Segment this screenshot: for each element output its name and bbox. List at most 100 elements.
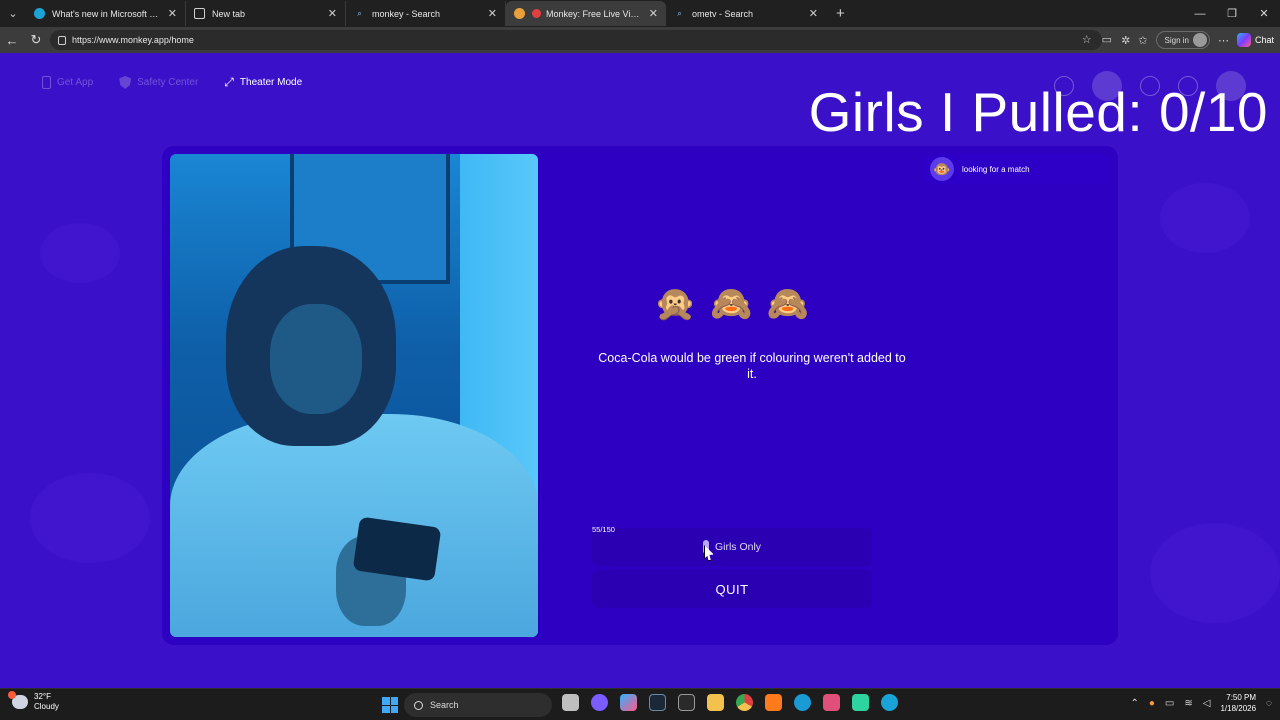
camera-icon[interactable]: ▭	[1102, 33, 1112, 46]
skype-icon[interactable]	[794, 694, 811, 711]
self-video	[170, 154, 538, 637]
toolbar-right: ✲ ✩ Sign in ⋯ Chat	[1121, 30, 1274, 50]
chat-card: 🙊 🙈 🙈 Coca-Cola would be green if colour…	[162, 146, 1118, 645]
get-app-label: Get App	[57, 77, 94, 88]
sign-in-label: Sign in	[1164, 35, 1189, 45]
extensions-icon[interactable]: ✲	[1121, 34, 1130, 47]
edge-icon	[34, 8, 45, 19]
close-icon[interactable]: ✕	[488, 7, 497, 20]
minimize-icon[interactable]: —	[1184, 0, 1216, 27]
address-bar: ← ↻ https://www.monkey.app/home ☆ ▭ ✲ ✩ …	[0, 27, 1280, 53]
shield-icon	[119, 76, 132, 89]
tab-monkey-search[interactable]: ⌕ monkey - Search ✕	[346, 1, 506, 26]
match-status-text: looking for a match	[962, 164, 1030, 174]
match-panel: 🙊 🙈 🙈 Coca-Cola would be green if colour…	[592, 146, 912, 645]
expand-icon: ⤢	[224, 75, 234, 89]
tab-label: monkey - Search	[372, 8, 441, 19]
app-icon[interactable]	[852, 694, 869, 711]
metamask-icon[interactable]	[765, 694, 782, 711]
safety-center-link[interactable]: Safety Center	[119, 76, 198, 89]
fun-fact-text: Coca-Cola would be green if colouring we…	[598, 351, 906, 381]
tab-ometv-search[interactable]: ⌕ ometv - Search ✕	[666, 1, 826, 26]
newtab-icon	[194, 8, 205, 19]
monkey-emojis: 🙊 🙈 🙈	[654, 284, 809, 324]
display-icon[interactable]: ▭	[1165, 698, 1174, 709]
volume-icon[interactable]: ◁	[1203, 698, 1211, 709]
monkey-icon	[514, 8, 525, 19]
close-window-icon[interactable]: ✕	[1248, 0, 1280, 27]
get-app-link[interactable]: Get App	[42, 76, 93, 89]
more-icon[interactable]: ⋯	[1218, 34, 1229, 47]
search-icon	[414, 700, 423, 710]
url-actions: ☆ ▭	[1082, 33, 1112, 46]
clock[interactable]: 7:50 PM 1/18/2026	[1220, 692, 1256, 714]
copilot-icon[interactable]	[620, 694, 637, 711]
file-explorer-icon[interactable]	[707, 694, 724, 711]
taskbar-apps	[562, 694, 898, 711]
tab-new-tab[interactable]: New tab ✕	[186, 1, 346, 26]
chrome-icon[interactable]	[736, 694, 753, 711]
recording-icon	[532, 9, 541, 18]
cloud-icon	[8, 691, 28, 709]
microphone-icon[interactable]: ●	[1149, 698, 1155, 709]
girls-only-label: Girls Only	[714, 541, 762, 553]
theater-mode-button[interactable]: ⤢ Theater Mode	[224, 75, 302, 90]
windows-start-icon[interactable]	[382, 697, 398, 713]
close-icon[interactable]: ✕	[168, 7, 177, 20]
maximize-icon[interactable]: ❐	[1216, 0, 1248, 27]
clock-date: 1/18/2026	[1220, 704, 1257, 713]
monkey-avatar-icon: 🐵	[930, 157, 954, 181]
phone-icon	[42, 76, 51, 89]
discord-icon[interactable]	[591, 694, 608, 711]
safety-center-label: Safety Center	[137, 77, 199, 88]
window-controls: — ❐ ✕	[1184, 0, 1280, 27]
url-text: https://www.monkey.app/home	[72, 35, 194, 45]
search-icon: ⌕	[677, 8, 682, 18]
taskbar: 32°F Cloudy Search ⌃ ● ▭ ≋ ◁ 7:50 PM 1/1…	[0, 688, 1280, 720]
speak-no-evil-monkey-icon: 🙊	[654, 285, 697, 323]
close-icon[interactable]: ✕	[328, 7, 337, 20]
url-field[interactable]: https://www.monkey.app/home	[50, 30, 1102, 50]
weather-desc: Cloudy	[34, 702, 59, 711]
see-no-evil-monkey-icon: 🙈	[766, 285, 810, 323]
close-icon[interactable]: ✕	[809, 7, 818, 20]
close-icon[interactable]: ✕	[649, 7, 658, 20]
tab-label: Monkey: Free Live Video Chat	[546, 8, 643, 19]
copilot-icon	[1236, 33, 1251, 47]
favorites-icon[interactable]: ✩	[1138, 34, 1147, 47]
tab-actions-icon[interactable]: ⌄	[0, 0, 26, 27]
wifi-icon[interactable]: ≋	[1184, 698, 1192, 709]
new-tab-button[interactable]: +	[836, 5, 845, 22]
copilot-chat-button[interactable]: Chat	[1236, 33, 1274, 47]
favorite-star-icon[interactable]: ☆	[1082, 33, 1092, 46]
taskbar-search[interactable]: Search	[404, 693, 552, 717]
refresh-icon[interactable]: ↻	[24, 27, 48, 53]
weather-temp: 32°F	[34, 692, 51, 701]
epic-games-icon[interactable]	[678, 694, 695, 711]
tab-label: What's new in Microsoft Edge	[52, 8, 162, 19]
stream-overlay-title: Girls I Pulled: 0/10	[808, 81, 1268, 143]
task-view-icon[interactable]	[562, 694, 579, 711]
tab-whats-new[interactable]: What's new in Microsoft Edge ✕	[26, 1, 186, 26]
quit-button[interactable]: QUIT	[592, 570, 872, 608]
monkey-app-icon[interactable]	[823, 694, 840, 711]
edge-icon[interactable]	[881, 694, 898, 711]
system-tray: ⌃ ● ▭ ≋ ◁ 7:50 PM 1/18/2026 ◌	[1130, 692, 1272, 714]
tab-monkey-chat[interactable]: Monkey: Free Live Video Chat ✕	[506, 1, 666, 26]
lock-icon	[58, 35, 66, 45]
search-icon: ⌕	[357, 8, 362, 18]
steam-icon[interactable]	[649, 694, 666, 711]
tab-label: ometv - Search	[692, 8, 754, 19]
tab-bar: ⌄ What's new in Microsoft Edge ✕ New tab…	[0, 0, 1280, 27]
back-icon[interactable]: ←	[0, 27, 24, 53]
chevron-up-icon[interactable]: ⌃	[1130, 698, 1138, 709]
monkey-page: Get App Safety Center ⤢ Theater Mode Gir…	[0, 53, 1280, 688]
weather-widget[interactable]: 32°F Cloudy	[8, 691, 59, 712]
sign-in-button[interactable]: Sign in	[1155, 31, 1210, 49]
tab-label: New tab	[212, 8, 246, 19]
notification-icon[interactable]: ◌	[1266, 698, 1272, 709]
chat-label: Chat	[1254, 35, 1274, 45]
top-nav: Get App Safety Center ⤢ Theater Mode	[42, 75, 302, 90]
match-counter: 55/150	[592, 525, 615, 534]
girls-only-button[interactable]: Girls Only	[592, 528, 872, 566]
